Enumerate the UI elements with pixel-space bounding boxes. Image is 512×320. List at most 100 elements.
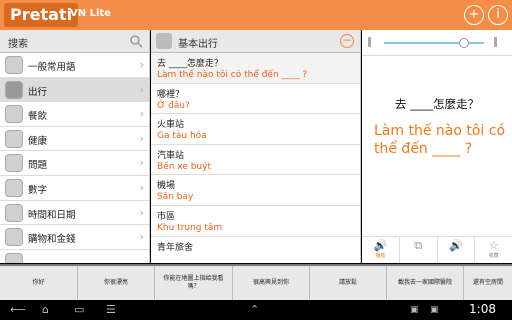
detail-toolbar: 🔊 播放 ⧉ 🔊 ☆ 收藏	[362, 236, 512, 263]
info-icon[interactable]: i	[488, 5, 508, 25]
phrase-chinese: 機場	[157, 181, 176, 192]
gallery-icon: ▣	[430, 305, 439, 315]
quick-phrase-button[interactable]: 你很漂亮	[78, 266, 155, 300]
volume-high-icon	[494, 37, 504, 47]
category-sidebar: 搜索 一般常用語 › 出行 › 餐飲 › 健康 › 問題 › 數字 › 時間和日…	[0, 30, 150, 263]
numbers-icon	[5, 178, 23, 197]
phrase-chinese: 火車站	[157, 120, 185, 131]
home-icon[interactable]: ⌂	[42, 304, 49, 316]
phrase-item[interactable]: 汽車站 Bến xe buýt	[151, 145, 360, 176]
search-icon[interactable]	[129, 34, 143, 48]
title-bar: Pretati VN Lite + i	[0, 0, 512, 30]
sidebar-item-travel[interactable]: 出行 ›	[0, 77, 149, 103]
phrase-item[interactable]: 市區 Khu trung tâm	[151, 206, 360, 237]
phrase-vietnamese: Ga tàu hỏa	[157, 131, 207, 142]
phrase-list-header: 基本出行 −	[151, 30, 360, 53]
clock: 1:08	[469, 302, 496, 316]
chevron-up-icon[interactable]: ⌃	[250, 304, 259, 316]
chevron-right-icon: ›	[139, 230, 144, 244]
star-icon: ☆	[488, 239, 499, 252]
phrase-vietnamese: Làm thế nào tôi có thể đến ____ ?	[157, 70, 308, 80]
notification-icon: ▣	[410, 305, 419, 315]
phrase-vietnamese: Khu trung tâm	[157, 222, 223, 233]
phrase-item[interactable]: 機場 Sân bay	[151, 175, 360, 206]
sidebar-item-label: 數字	[28, 184, 48, 196]
menu-icon[interactable]: ☰	[106, 304, 116, 316]
chevron-right-icon: ›	[139, 107, 144, 121]
sidebar-item-label: 健康	[28, 135, 48, 147]
phrase-item[interactable]: 哪裡？ Ở đâu?	[151, 84, 360, 115]
quick-phrase-button[interactable]: 請放鬆	[310, 266, 387, 300]
quick-phrase-button[interactable]: 還有空房間	[464, 266, 512, 300]
phrase-item[interactable]: 去 ____怎麼走？ Làm thế nào tôi có thể đến __…	[151, 53, 360, 84]
sidebar-item-shopping[interactable]: 購物和金錢 ›	[0, 225, 149, 250]
phrase-item[interactable]: 青年旅舍	[151, 237, 360, 263]
chevron-right-icon: ›	[139, 205, 144, 219]
sidebar-item-label: 時間和日期	[28, 209, 76, 221]
health-icon	[5, 129, 23, 148]
chevron-right-icon: ›	[139, 180, 144, 194]
detail-chinese: 去 ____怎麼走？	[394, 97, 480, 111]
quick-phrase-button[interactable]: 載我去一家國際醫院	[387, 266, 464, 300]
system-nav-bar: ⟵ ⌂ ▭ ☰ ⌃ ▣ ▣ 1:08	[0, 300, 512, 320]
search-label: 搜索	[8, 39, 28, 50]
play-button[interactable]: 🔊 播放	[362, 237, 400, 263]
phrase-chinese: 市區	[157, 211, 176, 222]
more-icon	[5, 252, 23, 263]
quick-phrase-strip: 你好 你很漂亮 你能在地圖上指給我看嗎？ 很高興見到你 請放鬆 載我去一家國際醫…	[0, 264, 512, 300]
phrase-chinese: 去 ____怎麼走？	[157, 59, 223, 69]
chevron-right-icon: ›	[139, 156, 144, 170]
quick-phrase-button[interactable]: 你好	[0, 266, 78, 300]
volume-bar	[362, 30, 512, 56]
phrase-item[interactable]: 火車站 Ga tàu hỏa	[151, 114, 360, 145]
app-subtitle: VN Lite	[70, 8, 111, 19]
sidebar-item-label: 出行	[28, 86, 48, 98]
phrase-chinese: 哪裡？	[157, 89, 185, 100]
favorite-button[interactable]: ☆ 收藏	[475, 237, 512, 263]
speaker-icon: 🔊	[373, 239, 388, 252]
phrase-list: 基本出行 − 去 ____怎麼走？ Làm thế nào tôi có thể…	[151, 30, 361, 263]
clock-icon	[5, 203, 23, 222]
sidebar-item-label: 一般常用語	[28, 62, 76, 73]
search-bar[interactable]: 搜索	[0, 30, 149, 53]
tool-caption: 播放	[375, 253, 386, 259]
copy-button[interactable]: ⧉	[400, 237, 438, 263]
recent-apps-icon[interactable]: ▭	[74, 304, 84, 316]
sidebar-item-label: 購物和金錢	[28, 234, 76, 246]
mobile-icon	[5, 56, 23, 74]
detail-vietnamese: Làm thế nào tôi có thể đến ____ ?	[374, 123, 506, 157]
volume-low-icon	[368, 37, 376, 47]
phrase-vietnamese: Bến xe buýt	[157, 161, 211, 172]
tool-caption: 收藏	[488, 253, 499, 259]
copy-icon: ⧉	[414, 239, 423, 252]
back-icon[interactable]: ⟵	[10, 304, 26, 316]
volume-slider[interactable]	[384, 42, 484, 44]
sidebar-item-common[interactable]: 一般常用語 ›	[0, 53, 149, 78]
turn-arrow-icon	[5, 80, 23, 99]
slow-play-button[interactable]: 🔊	[438, 237, 476, 263]
add-icon[interactable]: +	[464, 5, 484, 25]
sidebar-item-label: 問題	[28, 160, 48, 172]
problem-icon	[5, 154, 23, 173]
phrase-chinese: 青年旅舍	[157, 242, 194, 253]
sidebar-item-more[interactable]	[0, 249, 149, 263]
chevron-right-icon: ›	[139, 82, 144, 96]
chevron-right-icon: ›	[139, 131, 144, 145]
volume-slider-knob[interactable]	[459, 38, 469, 48]
phrase-list-title: 基本出行	[178, 39, 218, 50]
phrase-vietnamese: Sân bay	[157, 192, 194, 203]
sidebar-item-numbers[interactable]: 數字 ›	[0, 175, 149, 201]
app-logo: Pretati	[4, 3, 79, 27]
sidebar-item-time[interactable]: 時間和日期 ›	[0, 200, 149, 226]
sidebar-item-problems[interactable]: 問題 ›	[0, 151, 149, 176]
phrase-vietnamese: Ở đâu?	[157, 100, 190, 111]
quick-phrase-button[interactable]: 很高興見到你	[233, 266, 310, 300]
turn-arrow-icon	[156, 33, 172, 49]
shopping-icon	[5, 228, 23, 247]
collapse-icon[interactable]: −	[340, 34, 354, 48]
sidebar-item-label: 餐飲	[28, 111, 48, 123]
food-icon	[5, 105, 23, 124]
quick-phrase-button[interactable]: 你能在地圖上指給我看嗎？	[155, 266, 233, 300]
sidebar-item-health[interactable]: 健康 ›	[0, 126, 149, 152]
sidebar-item-dining[interactable]: 餐飲 ›	[0, 102, 149, 127]
